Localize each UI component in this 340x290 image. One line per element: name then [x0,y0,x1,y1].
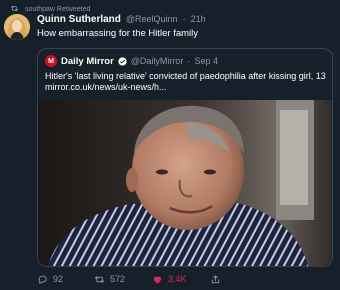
separator-dot: · [187,56,191,66]
share-icon [210,274,221,285]
avatar[interactable] [4,14,30,40]
quoted-tweet-card[interactable]: M Daily Mirror @DailyMirror · Sep 4 Hitl… [37,48,333,267]
heart-icon [152,274,163,285]
retweet-count: 572 [110,274,126,284]
like-count: 3.4K [168,274,187,284]
quoted-tweet-text: Hitler's 'last living relative' convicte… [45,71,327,93]
retweet-context-text[interactable]: southpaw Retweeted [25,6,90,13]
separator-dot: · [182,14,186,24]
user-handle[interactable]: @ReelQuinn [126,14,178,24]
like-button[interactable]: 3.4K [152,274,210,285]
retweet-button[interactable]: 572 [94,274,152,285]
share-button[interactable] [210,274,230,285]
reply-button[interactable]: 92 [37,274,94,285]
display-name[interactable]: Quinn Sutherland [37,14,121,25]
tweet-text: How embarrassing for the Hitler family [37,28,199,39]
quoted-user-handle: @DailyMirror [130,56,184,66]
tweet-header: Quinn Sutherland @ReelQuinn · 21h [37,14,206,26]
quoted-tweet-date: Sep 4 [194,56,218,66]
tweet-actions: 92 572 3.4K [37,272,230,286]
daily-mirror-logo-icon: M [45,55,57,67]
retweet-icon [10,4,19,15]
quoted-tweet-link[interactable]: mirror.co.uk/news/uk-news/h... [45,82,327,93]
quoted-tweet-image[interactable] [38,100,332,266]
retweet-icon [94,274,105,285]
verified-badge-icon [118,56,127,66]
quoted-display-name: Daily Mirror [61,55,114,67]
quoted-tweet-header: M Daily Mirror @DailyMirror · Sep 4 [45,55,218,67]
reply-icon [37,274,48,285]
tweet-timestamp[interactable]: 21h [191,14,206,24]
quoted-tweet-headline: Hitler's 'last living relative' convicte… [45,71,326,81]
reply-count: 92 [53,274,64,284]
